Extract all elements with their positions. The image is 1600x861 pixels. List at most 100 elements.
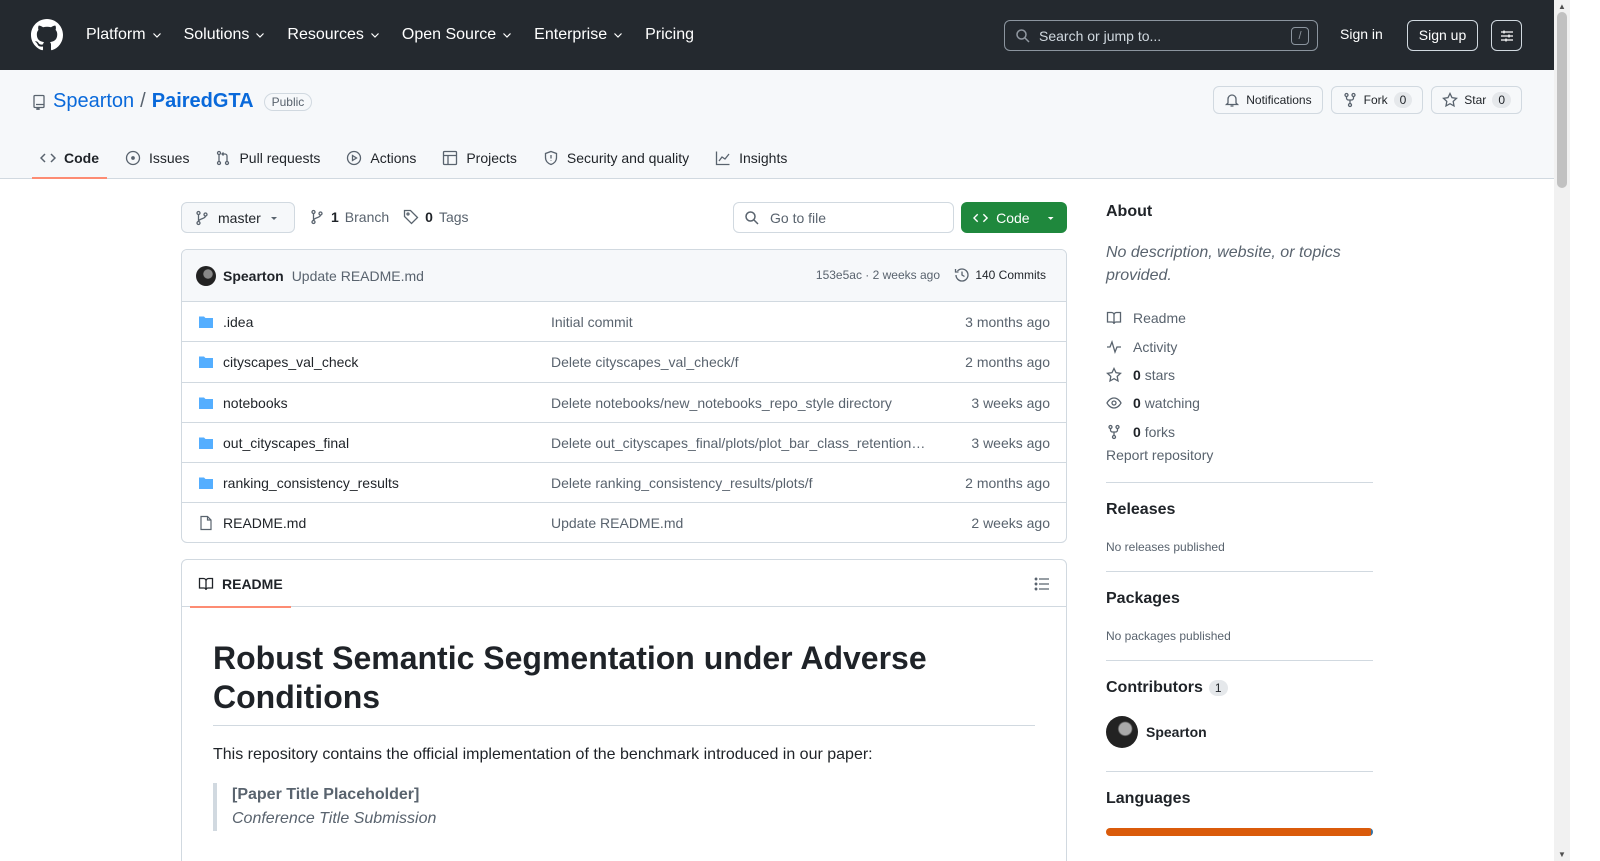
nav-solutions-label: Solutions [183, 26, 250, 43]
nav-solutions[interactable]: Solutions [184, 24, 266, 46]
packages-heading[interactable]: Packages [1106, 590, 1180, 608]
triangle-down-icon [1047, 216, 1054, 220]
global-search-input[interactable]: Search or jump to... / [1004, 20, 1318, 51]
avatar[interactable] [196, 265, 216, 286]
tab-code[interactable]: Code [32, 138, 107, 179]
file-commit-message[interactable]: Delete ranking_consistency_results/plots… [551, 475, 929, 491]
commit-message[interactable]: Update README.md [292, 268, 424, 284]
folder-icon [199, 356, 213, 369]
file-row[interactable]: notebooks Delete notebooks/new_notebooks… [182, 383, 1066, 423]
nav-platform[interactable]: Platform [86, 24, 162, 46]
menu-button[interactable] [1491, 20, 1522, 51]
page-scrollbar[interactable]: ▲ ▼ [1554, 0, 1570, 861]
eye-icon [1106, 397, 1122, 410]
tab-projects-label: Projects [466, 150, 517, 166]
readme-link[interactable]: Readme [1106, 304, 1200, 332]
chevron-down-icon [152, 33, 161, 38]
nav-open-source[interactable]: Open Source [402, 24, 512, 46]
file-commit-message[interactable]: Delete cityscapes_val_check/f [551, 354, 929, 370]
sidebar-divider [1106, 771, 1373, 772]
branches-link[interactable]: 1 Branch [309, 209, 389, 225]
commits-link[interactable]: 140 Commits [954, 267, 1046, 283]
contributor-name[interactable]: Spearton [1146, 724, 1207, 740]
readme-blockquote: [Paper Title Placeholder] Conference Tit… [213, 783, 436, 831]
about-links: Readme Activity 0 stars 0 watching 0 for… [1106, 304, 1200, 446]
branch-tag-info: 1 Branch 0 Tags [309, 209, 469, 225]
nav-resources[interactable]: Resources [287, 24, 379, 46]
top-nav: Platform Solutions Resources Open Source… [86, 24, 716, 46]
repo-header: Spearton / PairedGTA Public Notification… [0, 70, 1554, 179]
chevron-down-icon [503, 33, 512, 38]
go-to-file-input[interactable]: Go to file [733, 202, 954, 233]
paper-title: [Paper Title Placeholder] [232, 786, 420, 803]
star-button[interactable]: Star 0 [1431, 86, 1522, 114]
file-commit-message[interactable]: Initial commit [551, 314, 929, 330]
contributors-heading[interactable]: Contributors 1 [1106, 679, 1228, 697]
tab-pull-requests[interactable]: Pull requests [207, 138, 328, 178]
repo-name-link[interactable]: PairedGTA [152, 90, 254, 113]
file-name[interactable]: out_cityscapes_final [223, 435, 349, 451]
stars-link[interactable]: 0 stars [1106, 361, 1200, 389]
search-icon [1016, 28, 1030, 43]
readme-panel: README Robust Semantic Segmentation unde… [181, 559, 1067, 861]
tags-link[interactable]: 0 Tags [403, 209, 469, 225]
file-row[interactable]: README.md Update README.md 2 weeks ago [182, 503, 1066, 542]
tab-issues[interactable]: Issues [117, 138, 197, 178]
file-row[interactable]: out_cityscapes_final Delete out_cityscap… [182, 423, 1066, 464]
sign-in-link[interactable]: Sign in [1340, 26, 1383, 42]
watching-link[interactable]: 0 watching [1106, 389, 1200, 417]
scroll-thumb[interactable] [1557, 12, 1567, 188]
fork-button[interactable]: Fork 0 [1330, 86, 1424, 114]
visibility-badge: Public [263, 92, 313, 111]
scroll-up-arrow-icon[interactable]: ▲ [1558, 2, 1566, 11]
releases-heading[interactable]: Releases [1106, 501, 1175, 519]
git-branch-icon [196, 210, 208, 225]
graph-icon [715, 151, 730, 166]
file-name[interactable]: README.md [223, 515, 306, 531]
code-dropdown-button[interactable]: Code [961, 202, 1067, 233]
contributor-item[interactable]: Spearton [1106, 716, 1207, 748]
commit-hash-time[interactable]: 153e5ac · 2 weeks ago [816, 268, 940, 282]
branch-name: master [218, 209, 261, 226]
commit-author[interactable]: Spearton [223, 268, 284, 284]
avatar[interactable] [1106, 716, 1138, 748]
nav-pricing[interactable]: Pricing [645, 24, 694, 46]
file-commit-message[interactable]: Delete out_cityscapes_final/plots/plot_b… [551, 435, 929, 451]
file-name[interactable]: cityscapes_val_check [223, 354, 358, 370]
repo-owner-link[interactable]: Spearton [53, 90, 134, 113]
nav-enterprise-label: Enterprise [534, 26, 608, 43]
file-name[interactable]: ranking_consistency_results [223, 475, 399, 491]
nav-open-source-label: Open Source [401, 26, 497, 43]
tab-actions[interactable]: Actions [338, 138, 424, 178]
file-name[interactable]: .idea [223, 314, 253, 330]
readme-tab[interactable]: README [190, 560, 291, 608]
readme-tab-label: README [222, 575, 283, 592]
tab-security[interactable]: Security and quality [535, 138, 697, 178]
branch-selector[interactable]: master [181, 202, 295, 233]
nav-enterprise[interactable]: Enterprise [534, 24, 623, 46]
global-header: Platform Solutions Resources Open Source… [0, 0, 1554, 70]
folder-icon [199, 437, 213, 449]
file-name[interactable]: notebooks [223, 395, 288, 411]
pull-request-icon [217, 150, 230, 166]
activity-link[interactable]: Activity [1106, 332, 1200, 360]
list-icon[interactable] [1034, 576, 1050, 592]
tag-label: Tags [438, 209, 469, 225]
report-repository-link[interactable]: Report repository [1106, 447, 1213, 463]
github-logo-icon[interactable] [31, 19, 63, 51]
forks-link[interactable]: 0 forks [1106, 418, 1200, 446]
notifications-button[interactable]: Notifications [1213, 86, 1323, 114]
folder-icon [199, 477, 213, 490]
history-icon [955, 268, 969, 282]
file-row[interactable]: ranking_consistency_results Delete ranki… [182, 463, 1066, 504]
nav-platform-label: Platform [86, 26, 146, 43]
sign-up-button[interactable]: Sign up [1407, 20, 1478, 51]
file-time: 3 weeks ago [971, 394, 1050, 411]
file-row[interactable]: .idea Initial commit 3 months ago [182, 302, 1066, 343]
tab-projects[interactable]: Projects [434, 138, 525, 178]
tab-insights[interactable]: Insights [707, 138, 795, 178]
file-commit-message[interactable]: Delete notebooks/new_notebooks_repo_styl… [551, 395, 929, 411]
scroll-down-arrow-icon[interactable]: ▼ [1558, 850, 1566, 859]
file-row[interactable]: cityscapes_val_check Delete cityscapes_v… [182, 342, 1066, 383]
file-commit-message[interactable]: Update README.md [551, 515, 929, 531]
